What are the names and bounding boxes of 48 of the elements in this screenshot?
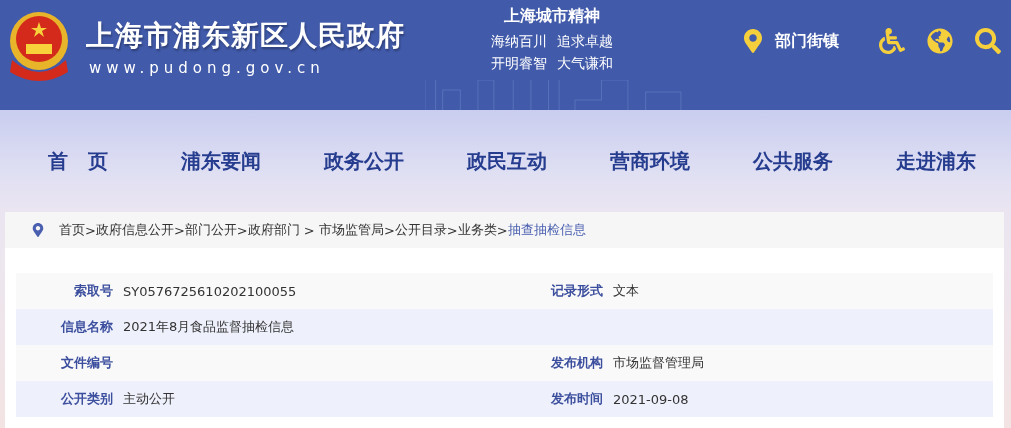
breadcrumb-link[interactable]: 首页 bbox=[59, 221, 85, 239]
location-link[interactable]: 部门街镇 bbox=[741, 29, 839, 53]
breadcrumb-separator: > bbox=[446, 222, 458, 238]
motto-phrase: 开明睿智 bbox=[491, 55, 547, 73]
field-value: 主动公开 bbox=[123, 390, 176, 408]
map-pin-icon bbox=[741, 29, 765, 53]
motto-title: 上海城市精神 bbox=[504, 6, 600, 27]
field-value: 2021-09-08 bbox=[613, 391, 690, 407]
field-value: 文本 bbox=[613, 282, 640, 300]
nav-item[interactable]: 公共服务 bbox=[721, 147, 864, 175]
nav-item[interactable]: 营商环境 bbox=[578, 147, 721, 175]
breadcrumb-link[interactable]: 公开目录 bbox=[394, 221, 447, 239]
nav-item[interactable]: 走进浦东 bbox=[864, 147, 1007, 175]
location-icon bbox=[31, 223, 45, 237]
field-value: 2021年8月食品监督抽检信息 bbox=[123, 318, 296, 336]
field-value: SY0576725610202100055 bbox=[123, 283, 298, 299]
field-value: 市场监督管理局 bbox=[613, 354, 705, 372]
field-label: 索取号 bbox=[73, 282, 113, 300]
breadcrumb-link[interactable]: 部门公开 bbox=[184, 221, 237, 239]
field-label: 信息名称 bbox=[59, 318, 113, 336]
breadcrumb-separator: > bbox=[85, 222, 96, 238]
field-label: 文件编号 bbox=[60, 354, 113, 372]
breadcrumb-separator: > bbox=[236, 222, 248, 238]
globe-icon[interactable] bbox=[927, 28, 953, 54]
field-label: 发布机构 bbox=[550, 354, 603, 372]
nav-item[interactable]: 首 页 bbox=[6, 147, 149, 175]
nav-item[interactable]: 政民互动 bbox=[435, 147, 578, 175]
breadcrumb-separator: > bbox=[302, 222, 316, 238]
motto-phrase: 大气谦和 bbox=[557, 55, 613, 73]
breadcrumb-link[interactable]: 政府部门 bbox=[247, 221, 300, 239]
motto-phrase: 追求卓越 bbox=[557, 33, 613, 51]
accessibility-icon[interactable] bbox=[879, 28, 905, 54]
field-label: 记录形式 bbox=[550, 282, 603, 300]
site-url: www.pudong.gov.cn bbox=[88, 59, 326, 77]
breadcrumb-separator: > bbox=[496, 222, 508, 238]
site-title: 上海市浦东新区人民政府 bbox=[86, 18, 405, 54]
field-label: 公开类别 bbox=[60, 390, 113, 408]
breadcrumb-link[interactable]: 抽查抽检信息 bbox=[507, 221, 586, 239]
breadcrumb-separator: > bbox=[173, 222, 185, 238]
breadcrumb-link[interactable]: 政府信息公开 bbox=[95, 221, 174, 239]
nav-item[interactable]: 浦东要闻 bbox=[149, 147, 292, 175]
breadcrumb-separator: > bbox=[383, 222, 395, 238]
field-label: 发布时间 bbox=[550, 390, 603, 408]
breadcrumb-link[interactable]: 业务类 bbox=[457, 221, 497, 239]
breadcrumb-link[interactable]: 市场监管局 bbox=[318, 221, 384, 239]
motto-phrase: 海纳百川 bbox=[491, 33, 547, 51]
nav-item[interactable]: 政务公开 bbox=[292, 147, 435, 175]
search-icon[interactable] bbox=[975, 28, 1001, 54]
